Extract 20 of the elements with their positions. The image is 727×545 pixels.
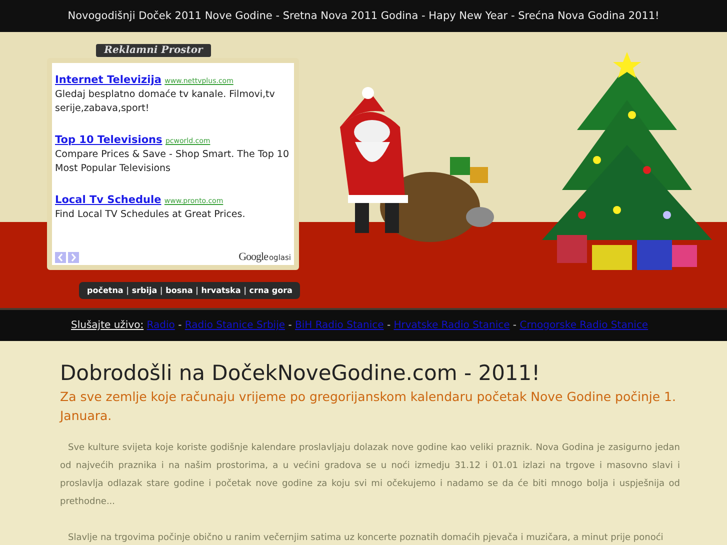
nav-link[interactable]: crna gora [249,286,292,295]
body-paragraph: Sve kulture svijeta koje koriste godišnje kalendare proslavljaju dolazak nove godine kao veliki praznik. Nova Godina je zasigurno jedan od najvećih praznika i na našim prostorima, a u većini gradova se u noći izmedju 31.12 i 01.01 izlazi na trgove i masovno slavi i proslavlja odlazak stare godine i početak nove godine za koju svi mi očekujemo i nadamo se da će biti mnogo bolja i uspješnija od prethodne... [60,442,680,509]
nav-link[interactable]: hrvatska [201,286,241,295]
nav-menu: početna | srbija | bosna | hrvatska | crna gora [79,282,300,299]
site-banner-title: Novogodišnji Doček 2011 Nove Godine - Sretna Nova 2011 Godina - Hapy New Year - Srećna Nova Godina 2011! [68,10,660,22]
page-heading: Dobrodošli na DočekNoveGodine.com - 2011! [60,360,542,387]
ad-description: Gledaj besplatno domaće tv kanale. Filmovi,tv serije,zabava,sport! [55,88,276,116]
nav-link[interactable]: bosna [166,286,193,295]
ad-title-link[interactable]: Internet Televizija [55,74,162,86]
ad-space-label: Reklamni Prostor [96,44,211,57]
ad-description: Compare Prices & Save - Shop Smart. The Top 10 Most Popular Televisions [55,148,290,176]
body-paragraph: Slavlje na trgovima počinje obično u ranim večernjim satima uz koncerte poznatih domaćih pjevača i muzičara, a minut prije ponoći [67,532,664,545]
radio-links-line: Slušajte uživo: Radio - Radio Stanice Srbije - BiH Radio Stanice - Hrvatske Radio Stanice - Crnogorske Radio Stanice [71,320,648,331]
page-subheading: Za sve zemlje koje računaju vrijeme po gregorijanskom kalendaru početak Nove Godine počinje 1. Januara. [60,388,677,425]
nav-link[interactable]: srbija [132,286,158,295]
ad-title-link[interactable]: Local Tv Schedule [55,194,162,206]
listen-live-link[interactable]: Slušajte uživo: [71,320,144,331]
nav-link[interactable]: početna [87,286,124,295]
ad-title-link[interactable]: Top 10 Televisions [55,134,162,146]
ad-description: Find Local TV Schedules at Great Prices. [55,208,246,222]
